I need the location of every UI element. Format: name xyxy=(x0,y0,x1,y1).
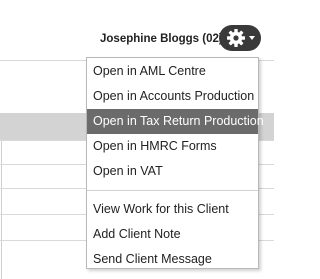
chevron-down-icon xyxy=(249,36,255,40)
menu-item-open-aml-centre[interactable]: Open in AML Centre xyxy=(87,59,258,84)
client-actions-menu: Open in AML Centre Open in Accounts Prod… xyxy=(86,57,264,272)
menu-item-send-client-message[interactable]: Send Client Message xyxy=(87,247,258,272)
menu-item-view-work[interactable]: View Work for this Client xyxy=(87,197,258,222)
header-bar: Josephine Bloggs (02) xyxy=(0,0,274,60)
menu-item-open-accounts-production[interactable]: Open in Accounts Production xyxy=(87,84,258,109)
settings-menu-button[interactable] xyxy=(219,25,261,51)
page: Josephine Bloggs (02) Open in AML Centre… xyxy=(0,0,274,279)
user-name: Josephine Bloggs (02) xyxy=(100,33,223,45)
menu-item-open-tax-return-production[interactable]: Open in Tax Return Production xyxy=(87,109,264,134)
menu-item-open-vat[interactable]: Open in VAT xyxy=(87,159,258,184)
menu-divider xyxy=(87,190,258,191)
menu-item-open-hmrc-forms[interactable]: Open in HMRC Forms xyxy=(87,134,258,159)
gear-icon xyxy=(227,29,245,47)
menu-item-add-client-note[interactable]: Add Client Note xyxy=(87,222,258,247)
